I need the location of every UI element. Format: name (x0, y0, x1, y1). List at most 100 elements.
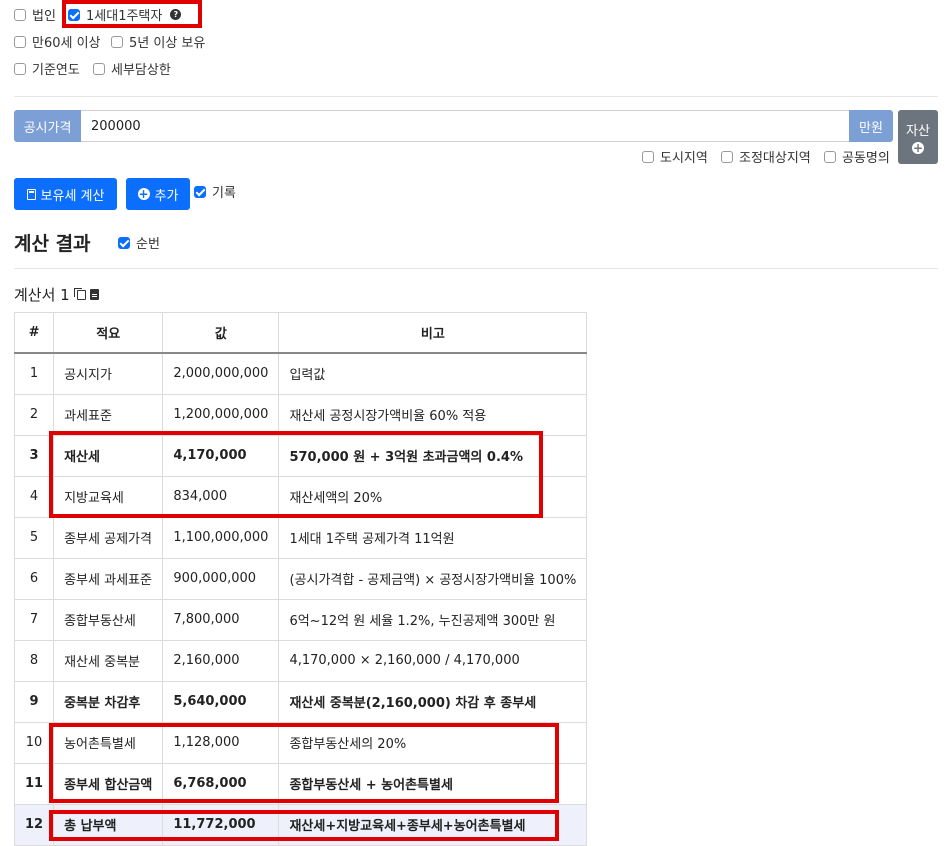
result-title: 계산 결과 (14, 233, 91, 255)
row-value: 1,200,000,000 (162, 393, 280, 436)
tax-limit-checkbox[interactable] (93, 62, 105, 75)
adjusted-option[interactable]: 조정대상지역 (721, 147, 811, 166)
row-note: 570,000 원 + 3억원 초과금액의 0.4% (278, 434, 588, 477)
doc-title: 계산서 1 (14, 286, 70, 304)
table-row: 6 종부세 과세표준 900,000,000 (공시가격합 - 공제금액) × … (13, 557, 588, 600)
doc-title-row: 계산서 1 (14, 284, 99, 305)
row-value: 11,772,000 (162, 803, 280, 846)
row-no: 10 (13, 721, 55, 764)
row-item: 종부세 합산금액 (53, 762, 164, 805)
corporate-option[interactable]: 법인 (14, 5, 56, 24)
col-item: 적요 (53, 312, 164, 354)
hold5-option[interactable]: 5년 이상 보유 (111, 32, 205, 51)
col-note: 비고 (278, 312, 588, 354)
city-option[interactable]: 도시지역 (642, 147, 708, 166)
calculate-button[interactable]: 보유세 계산 (14, 178, 117, 210)
row-item: 종부세 공제가격 (53, 516, 164, 559)
joint-option[interactable]: 공동명의 (824, 147, 890, 166)
order-checkbox[interactable] (118, 236, 130, 249)
adjusted-label: 조정대상지역 (739, 151, 811, 166)
joint-checkbox[interactable] (824, 150, 836, 163)
divider (14, 268, 938, 269)
calculator-icon (26, 188, 36, 200)
plus-circle-icon: + (137, 187, 150, 201)
table-row: 3 재산세 4,170,000 570,000 원 + 3억원 초과금액의 0.… (13, 434, 588, 477)
age60-option[interactable]: 만60세 이상 (14, 32, 101, 51)
tax-limit-label: 세부담상한 (111, 63, 171, 78)
base-year-option[interactable]: 기준연도 (14, 59, 80, 78)
row-item: 종부세 과세표준 (53, 557, 164, 600)
hold5-checkbox[interactable] (111, 35, 123, 48)
row-no: 12 (13, 803, 55, 846)
row-note: 4,170,000 × 2,160,000 / 4,170,000 (278, 639, 588, 682)
table-row: 11 종부세 합산금액 6,768,000 종합부동산세 + 농어촌특별세 (13, 762, 588, 805)
record-option[interactable]: 기록 (194, 182, 236, 201)
corporate-checkbox[interactable] (14, 8, 26, 21)
row-no: 2 (13, 393, 55, 436)
row-item: 중복분 차감후 (53, 680, 164, 723)
one-house-label: 1세대1주택자 (86, 9, 163, 24)
hold5-label: 5년 이상 보유 (129, 36, 206, 51)
adjusted-checkbox[interactable] (721, 150, 733, 163)
base-year-label: 기준연도 (32, 63, 80, 78)
row-note: 재산세+지방교육세+종부세+농어촌특별세 (278, 803, 588, 846)
row-value: 900,000,000 (162, 557, 280, 600)
record-label: 기록 (212, 186, 236, 201)
row-value: 2,160,000 (162, 639, 280, 682)
row-note: 6억~12억 원 세율 1.2%, 누진공제액 300만 원 (278, 598, 588, 641)
add-asset-label: 자산 (906, 124, 930, 139)
row-note: 재산세액의 20% (278, 475, 588, 518)
table-row: 7 종합부동산세 7,800,000 6억~12억 원 세율 1.2%, 누진공… (13, 598, 588, 641)
row-no: 8 (13, 639, 55, 682)
corporate-label: 법인 (32, 9, 56, 24)
base-year-checkbox[interactable] (14, 62, 26, 75)
row-note: 재산세 공정시장가액비율 60% 적용 (278, 393, 588, 436)
joint-label: 공동명의 (842, 151, 890, 166)
row-value: 2,000,000,000 (162, 352, 280, 395)
add-button[interactable]: + 추가 (126, 178, 190, 210)
one-house-option[interactable]: 1세대1주택자 ? (68, 5, 182, 24)
row-item: 과세표준 (53, 393, 164, 436)
row-item: 농어촌특별세 (53, 721, 164, 764)
record-checkbox[interactable] (194, 185, 206, 198)
age60-label: 만60세 이상 (32, 36, 101, 51)
tax-limit-option[interactable]: 세부담상한 (93, 59, 171, 78)
table-row: 4 지방교육세 834,000 재산세액의 20% (13, 475, 588, 518)
row-item: 재산세 중복분 (53, 639, 164, 682)
order-label: 순번 (136, 237, 160, 252)
row-value: 6,768,000 (162, 762, 280, 805)
row-value: 5,640,000 (162, 680, 280, 723)
order-option[interactable]: 순번 (118, 233, 160, 252)
row-no: 11 (13, 762, 55, 805)
city-label: 도시지역 (660, 151, 708, 166)
add-asset-button[interactable]: 자산 + (898, 110, 938, 164)
row-no: 1 (13, 352, 55, 395)
one-house-checkbox[interactable] (68, 8, 80, 21)
price-input[interactable] (81, 110, 849, 142)
row-no: 6 (13, 557, 55, 600)
table-row: 5 종부세 공제가격 1,100,000,000 1세대 1주택 공제가격 11… (13, 516, 588, 559)
row-no: 3 (13, 434, 55, 477)
table-row-total: 12 총 납부액 11,772,000 재산세+지방교육세+종부세+농어촌특별세 (13, 803, 588, 846)
row-value: 4,170,000 (162, 434, 280, 477)
row-item: 총 납부액 (53, 803, 164, 846)
copy-icon[interactable] (73, 287, 86, 300)
row-item: 종합부동산세 (53, 598, 164, 641)
row-no: 9 (13, 680, 55, 723)
row-note: 입력값 (278, 352, 588, 395)
price-input-group: 공시가격 만원 (14, 110, 893, 142)
row-value: 1,100,000,000 (162, 516, 280, 559)
table-row: 9 중복분 차감후 5,640,000 재산세 중복분(2,160,000) 차… (13, 680, 588, 723)
row-no: 5 (13, 516, 55, 559)
calculate-label: 보유세 계산 (40, 188, 105, 204)
row-note: 1세대 1주택 공제가격 11억원 (278, 516, 588, 559)
help-icon[interactable]: ? (170, 9, 182, 20)
city-checkbox[interactable] (642, 150, 654, 163)
result-table: # 적요 값 비고 1 공시지가 2,000,000,000 입력값 2 과세표… (13, 312, 588, 846)
plus-circle-icon: + (912, 141, 924, 155)
table-row: 1 공시지가 2,000,000,000 입력값 (13, 352, 588, 395)
table-row: 10 농어촌특별세 1,128,000 종합부동산세의 20% (13, 721, 588, 764)
age60-checkbox[interactable] (14, 35, 26, 48)
row-value: 7,800,000 (162, 598, 280, 641)
file-export-icon[interactable] (89, 289, 99, 300)
